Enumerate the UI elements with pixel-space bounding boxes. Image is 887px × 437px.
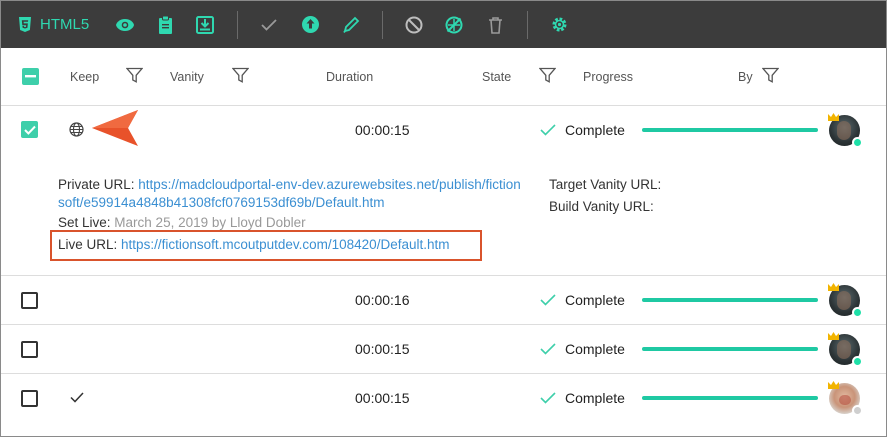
avatar[interactable]	[828, 332, 863, 367]
crown-icon	[828, 332, 839, 340]
crown-icon	[828, 113, 839, 121]
unpublish-icon	[445, 16, 463, 33]
presence-online-icon	[852, 356, 863, 367]
row-checkbox[interactable]	[21, 390, 38, 407]
target-vanity-label: Target Vanity URL:	[549, 177, 662, 192]
column-header-duration[interactable]: Duration	[326, 48, 373, 106]
state-filter-icon[interactable]	[539, 67, 556, 84]
settings-button[interactable]	[548, 1, 570, 48]
progress-bar	[642, 128, 818, 132]
globe-upload-icon	[301, 16, 319, 33]
crown-icon	[828, 283, 839, 291]
log-button[interactable]	[154, 1, 176, 48]
live-url-label: Live URL:	[58, 237, 118, 252]
set-live-label: Set Live:	[58, 215, 111, 230]
by-filter-icon[interactable]	[762, 67, 779, 84]
status-text: Complete	[565, 122, 625, 138]
status-text: Complete	[565, 390, 625, 406]
minus-icon	[25, 75, 36, 78]
avatar[interactable]	[828, 381, 863, 416]
column-header-vanity[interactable]: Vanity	[170, 48, 204, 106]
row-divider	[1, 324, 886, 325]
row-status: Complete	[540, 292, 625, 308]
toolbar: HTML5	[1, 1, 886, 48]
clipboard-icon	[158, 15, 172, 34]
toolbar-separator	[237, 11, 238, 39]
private-url-block: Private URL: https://madcloudportal-env-…	[58, 176, 543, 212]
set-live-value: March 25, 2019 by Lloyd Dobler	[114, 215, 306, 230]
callout-arrow-icon	[92, 110, 138, 146]
column-header-by[interactable]: By	[738, 48, 753, 106]
row-duration: 00:00:15	[355, 341, 410, 357]
status-check-icon	[540, 343, 556, 355]
globe-icon	[69, 122, 84, 137]
cancel-button[interactable]	[403, 1, 425, 48]
toolbar-separator	[382, 11, 383, 39]
html5-target-button[interactable]: HTML5	[18, 1, 89, 48]
progress-bar	[642, 396, 818, 400]
column-header-state[interactable]: State	[482, 48, 511, 106]
check-icon	[70, 392, 84, 403]
gear-icon	[552, 17, 566, 32]
crown-icon	[828, 381, 839, 389]
row-checkbox[interactable]	[21, 292, 38, 309]
keep-button[interactable]	[258, 1, 280, 48]
publish-button[interactable]	[299, 1, 321, 48]
presence-offline-icon	[852, 405, 863, 416]
row-checkbox[interactable]	[21, 121, 38, 138]
row-duration: 00:00:15	[355, 390, 410, 406]
status-text: Complete	[565, 292, 625, 308]
row-status: Complete	[540, 390, 625, 406]
trash-icon	[488, 16, 502, 34]
column-header-progress[interactable]: Progress	[583, 48, 633, 106]
toolbar-separator	[527, 11, 528, 39]
row-duration: 00:00:16	[355, 292, 410, 308]
build-vanity-label: Build Vanity URL:	[549, 199, 654, 214]
download-button[interactable]	[194, 1, 216, 48]
check-icon	[261, 18, 277, 31]
keep-filter-icon[interactable]	[126, 67, 143, 84]
row-status: Complete	[540, 341, 625, 357]
avatar[interactable]	[828, 283, 863, 318]
html5-icon	[19, 16, 31, 32]
html5-label: HTML5	[40, 16, 90, 33]
row-divider	[1, 373, 886, 374]
row-status: Complete	[540, 122, 625, 138]
status-text: Complete	[565, 341, 625, 357]
progress-bar	[642, 347, 818, 351]
unpublish-button[interactable]	[443, 1, 465, 48]
block-icon	[405, 16, 423, 33]
row-checkbox[interactable]	[21, 341, 38, 358]
table-header: Keep Vanity Duration State Progress By	[1, 48, 886, 106]
private-url-label: Private URL:	[58, 177, 135, 192]
edit-vanity-button[interactable]	[340, 1, 362, 48]
column-header-keep[interactable]: Keep	[70, 48, 99, 106]
status-check-icon	[540, 294, 556, 306]
progress-bar	[642, 298, 818, 302]
presence-online-icon	[852, 137, 863, 148]
download-icon	[196, 15, 214, 34]
status-check-icon	[540, 392, 556, 404]
row-divider	[1, 275, 886, 276]
vanity-filter-icon[interactable]	[232, 67, 249, 84]
avatar[interactable]	[828, 113, 863, 148]
row-duration: 00:00:15	[355, 122, 410, 138]
status-check-icon	[540, 124, 556, 136]
live-url-link[interactable]: https://fictionsoft.mcoutputdev.com/1084…	[121, 237, 449, 252]
presence-online-icon	[852, 307, 863, 318]
eye-icon	[116, 18, 134, 31]
checkmark-icon	[23, 125, 36, 135]
pencil-icon	[343, 16, 360, 33]
live-url-block: Live URL: https://fictionsoft.mcoutputde…	[58, 236, 449, 254]
view-button[interactable]	[114, 1, 136, 48]
delete-button[interactable]	[484, 1, 506, 48]
select-all-checkbox[interactable]	[22, 68, 39, 85]
